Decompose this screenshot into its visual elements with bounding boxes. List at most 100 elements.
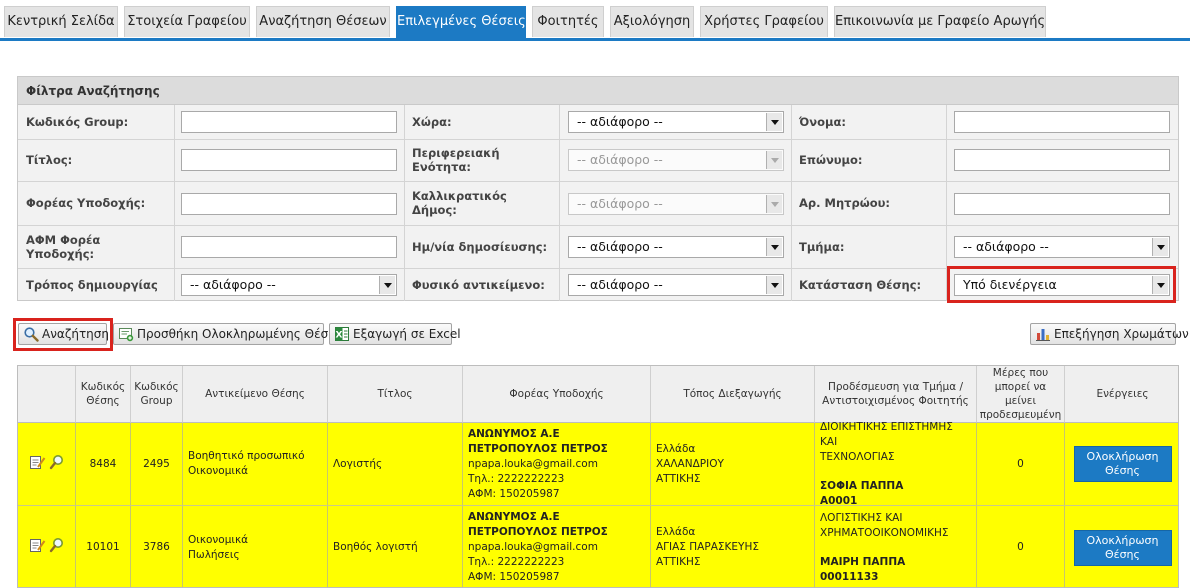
region-value: -- αδιάφορο --: [577, 152, 663, 167]
creation-mode-value: -- αδιάφορο --: [190, 277, 276, 292]
host-afm-input[interactable]: [181, 236, 397, 258]
export-excel-button[interactable]: X Εξαγωγή σε Excel: [329, 323, 461, 345]
country-select[interactable]: -- αδιάφορο --: [568, 111, 784, 133]
host-cell: ΑΝΩΝΥΜΟΣ Α.Ε ΠΕΤΡΟΠΟΥΛΟΣ ΠΕΤΡΟΣ npapa.lo…: [463, 506, 651, 587]
edit-icon[interactable]: [29, 454, 46, 475]
place-cell: Ελλάδα ΧΑΛΑΝΔΡΙΟΥ ΑΤΤΙΚΗΣ: [651, 423, 815, 505]
column-header-host[interactable]: Φορέας Υποδοχής: [463, 366, 651, 423]
days-cell: 0: [977, 423, 1065, 505]
column-header-days[interactable]: Μέρες που μπορεί να μείνει προδεσμευμένη: [977, 366, 1065, 423]
place-area: ΑΓΙΑΣ ΠΑΡΑΣΚΕΥΗΣ: [656, 541, 759, 553]
search-filters-panel: Φίλτρα Αναζήτησης Κωδικός Group: Τίτλος:…: [17, 76, 1179, 303]
complete-position-label: Ολοκλήρωση: [1086, 450, 1159, 463]
complete-position-button[interactable]: Ολοκλήρωση Θέσης: [1073, 529, 1172, 566]
tab-selected-positions[interactable]: Επιλεγμένες Θέσεις: [396, 6, 526, 41]
column-header-reserved[interactable]: Προδέσμευση για Τμήμα / Αντιστοιχισμένος…: [815, 366, 977, 423]
magnifier-icon[interactable]: [49, 454, 65, 475]
complete-position-button[interactable]: Ολοκλήρωση Θέσης: [1073, 446, 1172, 482]
actions-cell: Ολοκλήρωση Θέσης: [1065, 506, 1178, 587]
column-header-group[interactable]: Κωδικός Group: [131, 366, 183, 423]
reserved-cell: ΔΙΟΙΚΗΤΙΚΗΣ ΕΠΙΣΤΗΜΗΣ ΚΑΙ ΤΕΧΝΟΛΟΓΙΑΣ ΣΟ…: [815, 420, 977, 507]
last-name-input[interactable]: [954, 149, 1170, 171]
title-cell: Λογιστής: [328, 423, 463, 505]
department-select[interactable]: -- αδιάφορο --: [954, 236, 1170, 258]
first-name-input[interactable]: [954, 111, 1170, 133]
department-value: -- αδιάφορο --: [963, 239, 1049, 254]
complete-position-label: Θέσης: [1104, 547, 1140, 561]
magnifier-icon[interactable]: [49, 537, 65, 558]
reserved-cell: ΛΟΓΙΣΤΙΚΗΣ ΚΑΙ ΧΡΗΜΑΤΟΟΙΚΟΝΟΜΙΚΗΣ ΜΑΙΡΗ …: [815, 506, 977, 587]
last-name-label: Επώνυμο:: [799, 153, 863, 167]
host-input[interactable]: [181, 193, 397, 215]
department-name: ΛΟΓΙΣΤΙΚΗΣ ΚΑΙ: [820, 511, 903, 524]
department-name: ΧΡΗΜΑΤΟΟΙΚΟΝΟΜΙΚΗΣ: [820, 526, 949, 539]
tab-helpdesk-contact[interactable]: Επικοινωνία με Γραφείο Αρωγής: [834, 6, 1046, 37]
status-highlight-frame: [947, 266, 1176, 303]
days-cell: 0: [977, 506, 1065, 587]
add-completed-position-button[interactable]: Προσθήκη Ολοκληρωμένης Θέσης: [113, 323, 343, 345]
divider: [18, 181, 1178, 182]
pub-date-select[interactable]: -- αδιάφορο --: [568, 236, 784, 258]
search-icon: [23, 326, 39, 342]
reg-number-input[interactable]: [954, 193, 1170, 215]
excel-icon: X: [334, 326, 350, 342]
column-header-place[interactable]: Τόπος Διεξαγωγής: [651, 366, 815, 423]
chevron-down-icon: [379, 276, 395, 294]
tab-home[interactable]: Κεντρική Σελίδα: [4, 6, 118, 37]
first-name-label: Όνομα:: [799, 115, 846, 129]
color-legend-button[interactable]: Επεξήγηση Χρωμάτων: [1030, 323, 1189, 345]
title-input[interactable]: [181, 149, 397, 171]
department-name: ΔΙΟΙΚΗΤΙΚΗΣ ΕΠΙΣΤΗΜΗΣ ΚΑΙ: [820, 420, 953, 448]
country-value: -- αδιάφορο --: [577, 114, 663, 129]
physical-object-select[interactable]: -- αδιάφορο --: [568, 274, 784, 296]
host-email: npapa.louka@gmail.com: [468, 541, 598, 553]
creation-mode-select[interactable]: -- αδιάφορο --: [181, 274, 397, 296]
place-country: Ελλάδα: [656, 526, 696, 538]
actions-cell: Ολοκλήρωση Θέσης: [1065, 423, 1178, 505]
column-header-icons: [18, 366, 76, 423]
column-header-object[interactable]: Αντικείμενο Θέσης: [183, 366, 328, 423]
position-status-label: Κατάσταση Θέσης:: [799, 278, 922, 292]
bar-chart-icon: [1035, 326, 1051, 342]
municipality-label: Καλλικρατικός Δήμος:: [412, 189, 507, 217]
region-label: Περιφερειακή Ενότητα:: [412, 146, 500, 174]
place-region: ΑΤΤΙΚΗΣ: [656, 556, 701, 568]
tab-search-positions[interactable]: Αναζήτηση Θέσεων: [256, 6, 390, 37]
place-area: ΧΑΛΑΝΔΡΙΟΥ: [656, 457, 724, 470]
chevron-down-icon: [766, 113, 782, 131]
chevron-down-icon: [766, 238, 782, 256]
color-legend-label: Επεξήγηση Χρωμάτων: [1054, 327, 1189, 341]
tab-evaluation[interactable]: Αξιολόγηση: [610, 6, 694, 37]
column-header-title[interactable]: Τίτλος: [328, 366, 463, 423]
search-button[interactable]: Αναζήτηση: [18, 323, 109, 345]
positions-table: Κωδικός Θέσης Κωδικός Group Αντικείμενο …: [17, 365, 1179, 588]
creation-mode-label: Τρόπος δημιουργίας: [26, 278, 158, 292]
group-code-cell: 2495: [131, 423, 183, 505]
divider: [791, 105, 792, 301]
student-id: 00011133: [820, 570, 879, 583]
host-contact-name: ΠΕΤΡΟΠΟΥΛΟΣ ΠΕΤΡΟΣ: [468, 442, 608, 455]
table-row: 10101 3786 Οικονομικά Πωλήσεις Βοηθός λο…: [18, 506, 1178, 587]
row-icons-cell: [18, 423, 76, 505]
group-code-cell: 3786: [131, 506, 183, 587]
host-afm: ΑΦΜ: 150205987: [468, 487, 560, 500]
chevron-down-icon: [766, 151, 782, 169]
country-label: Χώρα:: [412, 115, 452, 129]
student-name: ΣΟΦΙΑ ΠΑΠΠΑ: [820, 479, 904, 492]
position-code-cell: 10101: [76, 506, 131, 587]
department-label: Τμήμα:: [799, 239, 845, 254]
group-code-input[interactable]: [181, 111, 397, 133]
divider: [174, 105, 175, 301]
position-code-cell: 8484: [76, 423, 131, 505]
column-header-code[interactable]: Κωδικός Θέσης: [76, 366, 131, 423]
tab-office-users[interactable]: Χρήστες Γραφείου: [700, 6, 828, 37]
tab-office-info[interactable]: Στοιχεία Γραφείου: [124, 6, 250, 37]
reg-number-label: Αρ. Μητρώου:: [799, 196, 890, 210]
region-select: -- αδιάφορο --: [568, 149, 784, 171]
edit-icon[interactable]: [29, 537, 46, 558]
tab-students[interactable]: Φοιτητές: [532, 6, 604, 37]
host-phone: Τηλ.: 2222222223: [468, 472, 565, 485]
complete-position-label: Θέσης: [1104, 464, 1140, 477]
